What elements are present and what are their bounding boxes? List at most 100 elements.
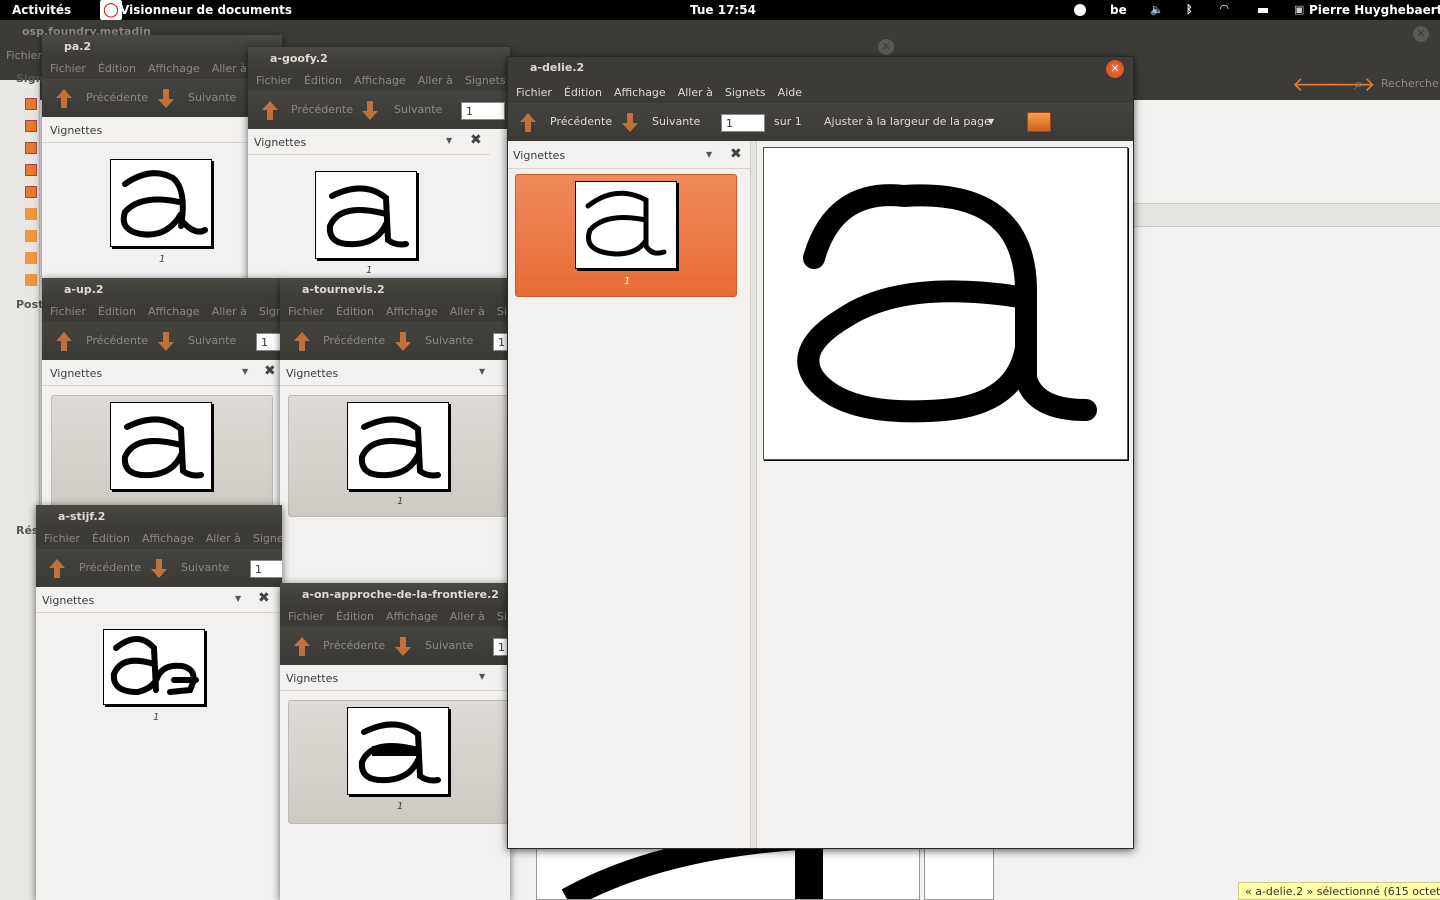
page-input[interactable]: 1 [461, 102, 505, 120]
user-name[interactable]: Pierre Huyghebaert [1309, 3, 1440, 17]
volume-icon[interactable]: 🔈 [1150, 3, 1164, 16]
menu-fichier[interactable]: Fichier [284, 305, 328, 318]
prev-button[interactable]: Précédente [323, 334, 385, 347]
sidebar-title[interactable]: Vignettes [50, 124, 102, 137]
menu-aller[interactable]: Aller à [208, 62, 251, 75]
page-thumbnail[interactable] [347, 707, 449, 795]
sidebar-title[interactable]: Vignettes [286, 367, 338, 380]
prev-button[interactable]: Précédente [550, 115, 612, 128]
menu-aller[interactable]: Aller à [674, 86, 717, 99]
titlebar[interactable]: a-tournevis.2 [280, 278, 510, 300]
up-arrow-icon[interactable] [47, 557, 67, 579]
page-thumbnail[interactable] [103, 629, 205, 705]
zoom-dropdown-icon[interactable]: ▼ [988, 117, 994, 126]
menu-edition[interactable]: Édition [94, 62, 140, 75]
dropdown-icon[interactable]: ▼ [242, 367, 248, 376]
menu-aller[interactable]: Aller à [446, 305, 489, 318]
prev-button[interactable]: Précédente [86, 91, 148, 104]
sidebar-title[interactable]: Vignettes [42, 594, 94, 607]
menu-aller[interactable]: Aller à [202, 532, 245, 545]
prev-button[interactable]: Précédente [79, 561, 141, 574]
page-thumbnail[interactable] [110, 159, 212, 247]
titlebar[interactable]: a-stijf.2 [36, 505, 282, 527]
page-thumbnail[interactable] [315, 171, 417, 259]
page-thumbnail[interactable] [110, 402, 212, 490]
close-sidebar-icon[interactable]: ✖ [730, 146, 742, 162]
up-arrow-icon[interactable] [54, 87, 74, 109]
search-label[interactable]: Recherche [1381, 77, 1439, 90]
accessibility-icon[interactable] [1074, 4, 1086, 16]
next-button[interactable]: Suivante [188, 91, 236, 104]
menu-signets[interactable]: Signets [721, 86, 770, 99]
menu-fichier[interactable]: Fichier [252, 74, 296, 87]
menu-fichier[interactable]: Fichier [46, 62, 90, 75]
document-view[interactable] [757, 141, 1133, 848]
next-button[interactable]: Suivante [188, 334, 236, 347]
page-thumbnail[interactable] [575, 181, 677, 269]
dropdown-icon[interactable]: ▼ [479, 367, 485, 376]
menu-affichage[interactable]: Affichage [382, 610, 442, 623]
down-arrow-icon[interactable] [149, 557, 169, 579]
menu-signets[interactable]: Signets [255, 305, 282, 318]
titlebar[interactable]: a-delie.2 ✕ [508, 57, 1133, 81]
dropdown-icon[interactable]: ▼ [446, 136, 452, 145]
activities-button[interactable]: Activités [12, 3, 71, 17]
bg-close-icon[interactable]: ✕ [1413, 26, 1429, 42]
menu-fichier[interactable]: Fichier [512, 86, 556, 99]
down-arrow-icon[interactable] [360, 99, 380, 121]
close-sidebar-icon[interactable]: ✖ [258, 590, 270, 606]
menu-edition[interactable]: Édition [300, 74, 346, 87]
keyboard-layout[interactable]: be [1110, 3, 1127, 17]
sidebar-divider[interactable] [750, 141, 757, 848]
up-arrow-icon[interactable] [518, 111, 538, 133]
menu-aller[interactable]: Aller à [414, 74, 457, 87]
wifi-icon[interactable]: ◠ [1220, 2, 1232, 15]
down-arrow-icon[interactable] [393, 635, 413, 657]
clock[interactable]: Tue 17:54 [690, 3, 756, 17]
up-arrow-icon[interactable] [260, 99, 280, 121]
app-menu[interactable]: Visionneur de documents [120, 3, 292, 17]
menu-affichage[interactable]: Affichage [382, 305, 442, 318]
menu-aller[interactable]: Aller à [208, 305, 251, 318]
zoom-select[interactable]: Ajuster à la largeur de la page [824, 115, 991, 128]
folder-icon[interactable] [1027, 112, 1051, 132]
menu-edition[interactable]: Édition [94, 305, 140, 318]
down-arrow-icon[interactable] [156, 330, 176, 352]
down-arrow-icon[interactable] [156, 87, 176, 109]
next-button[interactable]: Suivante [425, 639, 473, 652]
menu-edition[interactable]: Édition [560, 86, 606, 99]
menu-edition[interactable]: Édition [88, 532, 134, 545]
titlebar[interactable]: a-goofy.2 [248, 47, 510, 69]
menu-signets[interactable]: Signets [461, 74, 510, 87]
titlebar[interactable]: pa.2 [42, 35, 282, 57]
down-arrow-icon[interactable] [393, 330, 413, 352]
titlebar[interactable]: a-up.2 [42, 278, 282, 300]
prev-button[interactable]: Précédente [291, 103, 353, 116]
menu-affichage[interactable]: Affichage [138, 532, 198, 545]
menu-edition[interactable]: Édition [332, 305, 378, 318]
next-button[interactable]: Suivante [181, 561, 229, 574]
user-icon[interactable]: ▣ [1294, 3, 1306, 16]
menu-signets[interactable]: Signets [249, 532, 282, 545]
menu-affichage[interactable]: Affichage [144, 305, 204, 318]
sidebar-title[interactable]: Vignettes [513, 149, 565, 162]
up-arrow-icon[interactable] [292, 635, 312, 657]
up-arrow-icon[interactable] [54, 330, 74, 352]
page-input[interactable]: 1 [721, 114, 765, 132]
dropdown-icon[interactable]: ▼ [479, 672, 485, 681]
dropdown-icon[interactable]: ▼ [235, 594, 241, 603]
battery-icon[interactable] [1258, 8, 1268, 13]
menu-edition[interactable]: Édition [332, 610, 378, 623]
next-button[interactable]: Suivante [425, 334, 473, 347]
sidebar-title[interactable]: Vignettes [254, 136, 306, 149]
bg-menu-fichier[interactable]: Fichier [6, 49, 42, 62]
prev-button[interactable]: Précédente [323, 639, 385, 652]
menu-aller[interactable]: Aller à [446, 610, 489, 623]
dropdown-icon[interactable]: ▼ [706, 150, 712, 159]
prev-button[interactable]: Précédente [86, 334, 148, 347]
menu-affichage[interactable]: Affichage [610, 86, 670, 99]
menu-fichier[interactable]: Fichier [284, 610, 328, 623]
page-input[interactable]: 1 [256, 333, 282, 351]
bluetooth-icon[interactable]: ᛒ [1186, 3, 1198, 16]
down-arrow-icon[interactable] [620, 111, 640, 133]
